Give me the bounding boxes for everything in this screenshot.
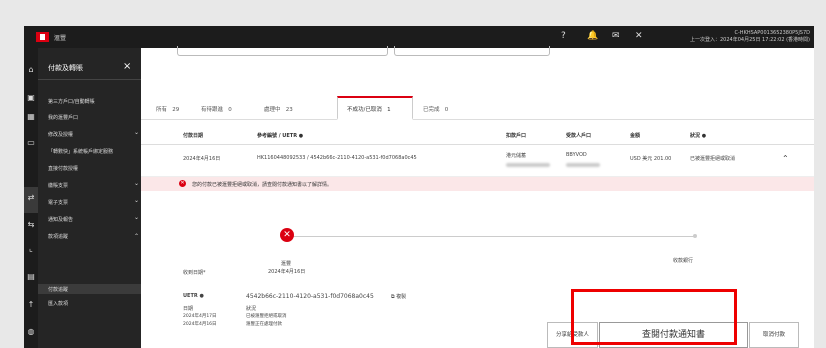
error-alert: ✕ 您的付款已被滙豐拒絕或取消，請查閱付款通知書以了解詳情。 xyxy=(141,177,814,191)
icon-rail: ⌂ ▣ ▦ ▭ ⇄ ⇆ ⌞ ▤ ↑ ◍ xyxy=(24,48,38,348)
grid-icon[interactable]: ▦ xyxy=(27,112,35,121)
chevron-down-icon[interactable]: ⌄ xyxy=(134,129,139,136)
sidebar-item-tracking[interactable]: 款項追蹤 xyxy=(48,233,68,240)
chevron-up-icon[interactable]: ⌃ xyxy=(782,154,789,163)
copy-button[interactable]: ⧉ 複製 xyxy=(391,293,406,300)
info-icon: ● xyxy=(298,133,304,139)
filter-field[interactable] xyxy=(177,46,388,56)
col-amount: 金額 xyxy=(630,133,641,139)
sidebar-item-third-party[interactable]: 第三方戶口/自動轉賬 xyxy=(48,98,95,105)
info-icon: ● xyxy=(199,293,204,299)
chevron-down-icon[interactable]: ⌄ xyxy=(134,197,139,204)
row-date: 2024年4月16日 xyxy=(183,156,221,162)
brand-name: 滙豐 xyxy=(54,35,67,42)
end-dot xyxy=(693,234,697,238)
stage-date: 2024年4月16日 xyxy=(268,269,306,275)
bank-icon[interactable]: ▤ xyxy=(27,272,35,281)
highlight-box xyxy=(571,289,737,345)
sidebar-item-direct-debit[interactable]: 直接付款授權 xyxy=(48,165,78,172)
chevron-up-icon[interactable]: ⌃ xyxy=(134,233,139,240)
filter-field[interactable] xyxy=(394,46,550,56)
tab-pending[interactable]: 有待跟進 0 xyxy=(201,105,232,113)
wallet-icon[interactable]: ▣ xyxy=(27,93,35,102)
history-status: 滙豐正在處理付款 xyxy=(246,322,282,327)
stage-name: 滙豐 xyxy=(281,261,292,267)
sidebar-item-incoming[interactable]: 匯入款項 xyxy=(48,300,68,307)
bell-icon[interactable]: 🔔 xyxy=(587,31,598,41)
date-heading: 日期 xyxy=(183,306,194,312)
end-label: 收款銀行 xyxy=(673,258,694,264)
tab-completed[interactable]: 已完成 0 xyxy=(423,105,448,113)
chart-icon[interactable]: ⌞ xyxy=(27,244,35,253)
sidebar-title: 付款及轉賬 xyxy=(48,64,83,72)
sidebar-item-notices[interactable]: 通知及報告 xyxy=(48,216,73,223)
mail-icon[interactable]: ✉ xyxy=(612,31,620,41)
cancel-payment-button[interactable]: 取消付款 xyxy=(749,322,799,348)
sidebar-item-my-accounts[interactable]: 我的滙豐戶口 xyxy=(48,114,78,121)
row-amount: USD 美元 201.00 xyxy=(630,156,672,162)
chevron-down-icon[interactable]: ⌄ xyxy=(134,180,139,187)
col-date: 付款日期 xyxy=(183,133,204,139)
col-ref: 參考編號 / UETR ● xyxy=(257,133,304,139)
status-tabs: 所有 29 有待跟進 0 處理中 23 xyxy=(141,96,814,120)
row-ref: HK1160448092533 / 4542b66c-2110-4120-a53… xyxy=(257,155,417,161)
progress-track xyxy=(287,236,695,237)
row-to: BBYVOD xyxy=(566,152,587,158)
sidebar-item-e-cheque[interactable]: 電子支票 xyxy=(48,199,68,206)
last-login: 上一次登入：2024年04月25日 17:22:02 (香港時間) xyxy=(690,37,810,43)
history-date: 2024年4月16日 xyxy=(183,322,217,327)
row-status: 已被滙豐拒絕或取消 xyxy=(690,156,736,162)
received-date-label: 收到日期* xyxy=(183,270,206,276)
sidebar-item-modify[interactable]: 修改及授權 xyxy=(48,131,73,138)
copy-icon: ⧉ xyxy=(391,294,395,300)
row-from: 港元儲蓄 xyxy=(506,153,527,159)
error-icon: ✕ xyxy=(179,180,186,187)
tab-processing[interactable]: 處理中 23 xyxy=(264,105,293,113)
exchange-icon[interactable]: ⇆ xyxy=(27,220,35,229)
uetr-label: UETR ● xyxy=(183,293,204,299)
sidebar-item-fps[interactable]: 「轉數快」系統帳戶綁定服務 xyxy=(48,148,113,155)
hsbc-logo-icon[interactable] xyxy=(36,32,49,42)
globe-icon[interactable]: ◍ xyxy=(27,327,35,336)
info-icon: ● xyxy=(701,133,707,139)
col-from: 扣款戶口 xyxy=(506,133,527,139)
tab-all[interactable]: 所有 29 xyxy=(156,105,179,113)
upload-icon[interactable]: ↑ xyxy=(27,300,35,309)
close-icon[interactable]: × xyxy=(123,61,131,72)
alert-text: 您的付款已被滙豐拒絕或取消，請查閱付款通知書以了解詳情。 xyxy=(192,182,333,188)
top-bar: 滙豐 ? 🔔 ✉ ✕ C-HKHSAP0013652380P5JS7D 上一次登… xyxy=(24,26,814,48)
card-icon[interactable]: ▭ xyxy=(27,138,35,147)
history-status: 已被滙豐拒絕或取消 xyxy=(246,314,287,319)
help-icon[interactable]: ? xyxy=(561,31,566,41)
history-date: 2024年4月17日 xyxy=(183,314,217,319)
transfer-icon[interactable]: ⇄ xyxy=(27,193,35,202)
col-to: 受款人戶口 xyxy=(566,133,592,139)
user-id: C-HKHSAP0013652380P5JS7D xyxy=(734,30,810,36)
sidebar: 付款及轉賬 × 第三方戶口/自動轉賬 我的滙豐戶口 修改及授權 ⌄ 「轉數快」系… xyxy=(38,48,141,348)
user-info: C-HKHSAP0013652380P5JS7D 上一次登入：2024年04月2… xyxy=(620,30,810,44)
tab-unsuccessful[interactable]: 不成功/已取消 1 xyxy=(337,96,413,120)
sidebar-item-bill-cheque[interactable]: 繳賬支票 xyxy=(48,182,68,189)
sidebar-item-payment-tracking[interactable]: 付款追蹤 xyxy=(48,286,68,293)
failed-icon: ✕ xyxy=(280,228,294,242)
background-strip xyxy=(814,0,826,348)
col-status: 狀況 ● xyxy=(690,133,707,139)
home-icon[interactable]: ⌂ xyxy=(27,65,35,74)
uetr-value: 4542b66c-2110-4120-a531-f0d7068a0c45 xyxy=(246,293,374,300)
chevron-down-icon[interactable]: ⌄ xyxy=(134,214,139,221)
status-heading: 狀況 xyxy=(246,306,257,312)
